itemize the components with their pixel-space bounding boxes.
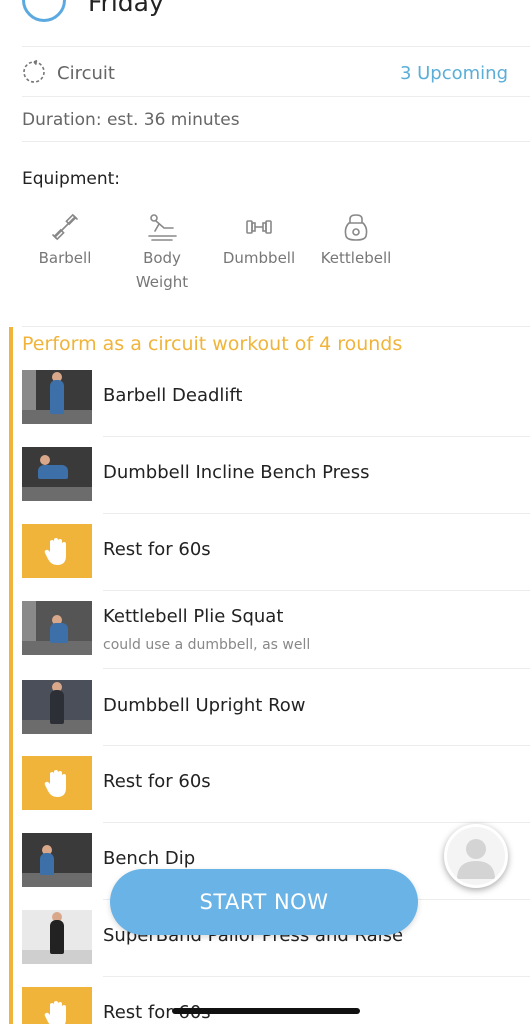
start-now-button[interactable]: START NOW <box>110 869 418 935</box>
barbell-icon <box>52 213 78 241</box>
equipment-name: Body Weight <box>135 249 189 291</box>
equipment-name: Dumbbell <box>222 249 296 267</box>
divider <box>22 46 530 47</box>
equipment-kettlebell: Kettlebell <box>311 212 401 270</box>
user-icon <box>457 839 495 879</box>
exercise-name: Rest for 60s <box>103 771 211 792</box>
rest-row[interactable]: Rest for 60s <box>22 513 530 590</box>
equipment-name: Kettlebell <box>320 249 392 267</box>
circuit-row: Circuit 3 Upcoming <box>0 50 530 96</box>
home-indicator[interactable] <box>172 1008 360 1014</box>
exercise-name: Bench Dip <box>103 848 196 869</box>
circuit-label: Circuit <box>57 63 115 84</box>
exercise-row[interactable]: Dumbbell Upright Row <box>22 669 530 746</box>
rest-thumbnail <box>22 987 92 1024</box>
body-weight-icon <box>148 214 177 241</box>
avatar[interactable] <box>444 824 508 888</box>
equipment-name: Barbell <box>38 249 92 267</box>
equipment-label: Equipment: <box>22 169 121 189</box>
divider <box>22 141 530 142</box>
exercise-thumbnail <box>22 447 92 501</box>
rest-row[interactable]: Rest for 60s <box>22 745 530 822</box>
circuit-icon <box>23 60 45 83</box>
exercise-name: Rest for 60s <box>103 539 211 560</box>
divider <box>22 96 530 97</box>
hand-icon <box>44 770 66 797</box>
exercise-thumbnail <box>22 833 92 887</box>
rest-thumbnail <box>22 756 92 810</box>
kettlebell-icon <box>344 214 368 241</box>
circuit-rail <box>9 327 13 1024</box>
equipment-barbell: Barbell <box>20 212 110 270</box>
circuit-instruction: Perform as a circuit workout of 4 rounds <box>22 333 403 355</box>
day-title: Friday <box>88 0 164 17</box>
exercise-thumbnail <box>22 370 92 424</box>
workout-header: Friday <box>0 0 530 48</box>
exercise-note: could use a dumbbell, as well <box>103 637 311 653</box>
dumbbell-icon <box>246 220 272 234</box>
equipment-dumbbell: Dumbbell <box>214 212 304 270</box>
exercise-row[interactable]: Barbell Deadlift <box>22 359 530 436</box>
exercise-thumbnail <box>22 680 92 734</box>
exercise-thumbnail <box>22 601 92 655</box>
exercise-row[interactable]: Dumbbell Incline Bench Press <box>22 436 530 513</box>
hand-icon <box>44 538 66 565</box>
upcoming-link[interactable]: 3 Upcoming <box>400 63 508 84</box>
exercise-row[interactable]: Kettlebell Plie Squat could use a dumbbe… <box>22 590 530 667</box>
exercise-name: Dumbbell Upright Row <box>103 695 306 716</box>
exercise-name: Dumbbell Incline Bench Press <box>103 462 370 483</box>
equipment-body-weight: Body Weight <box>117 212 207 294</box>
day-complete-circle[interactable] <box>22 0 66 22</box>
exercise-name: Kettlebell Plie Squat <box>103 606 284 627</box>
exercise-thumbnail <box>22 910 92 964</box>
exercise-name: Barbell Deadlift <box>103 385 243 406</box>
hand-icon <box>44 1001 66 1024</box>
rest-row[interactable]: Rest for 60s <box>22 976 530 1024</box>
duration-text: Duration: est. 36 minutes <box>22 110 240 130</box>
rest-thumbnail <box>22 524 92 578</box>
divider <box>22 326 530 327</box>
